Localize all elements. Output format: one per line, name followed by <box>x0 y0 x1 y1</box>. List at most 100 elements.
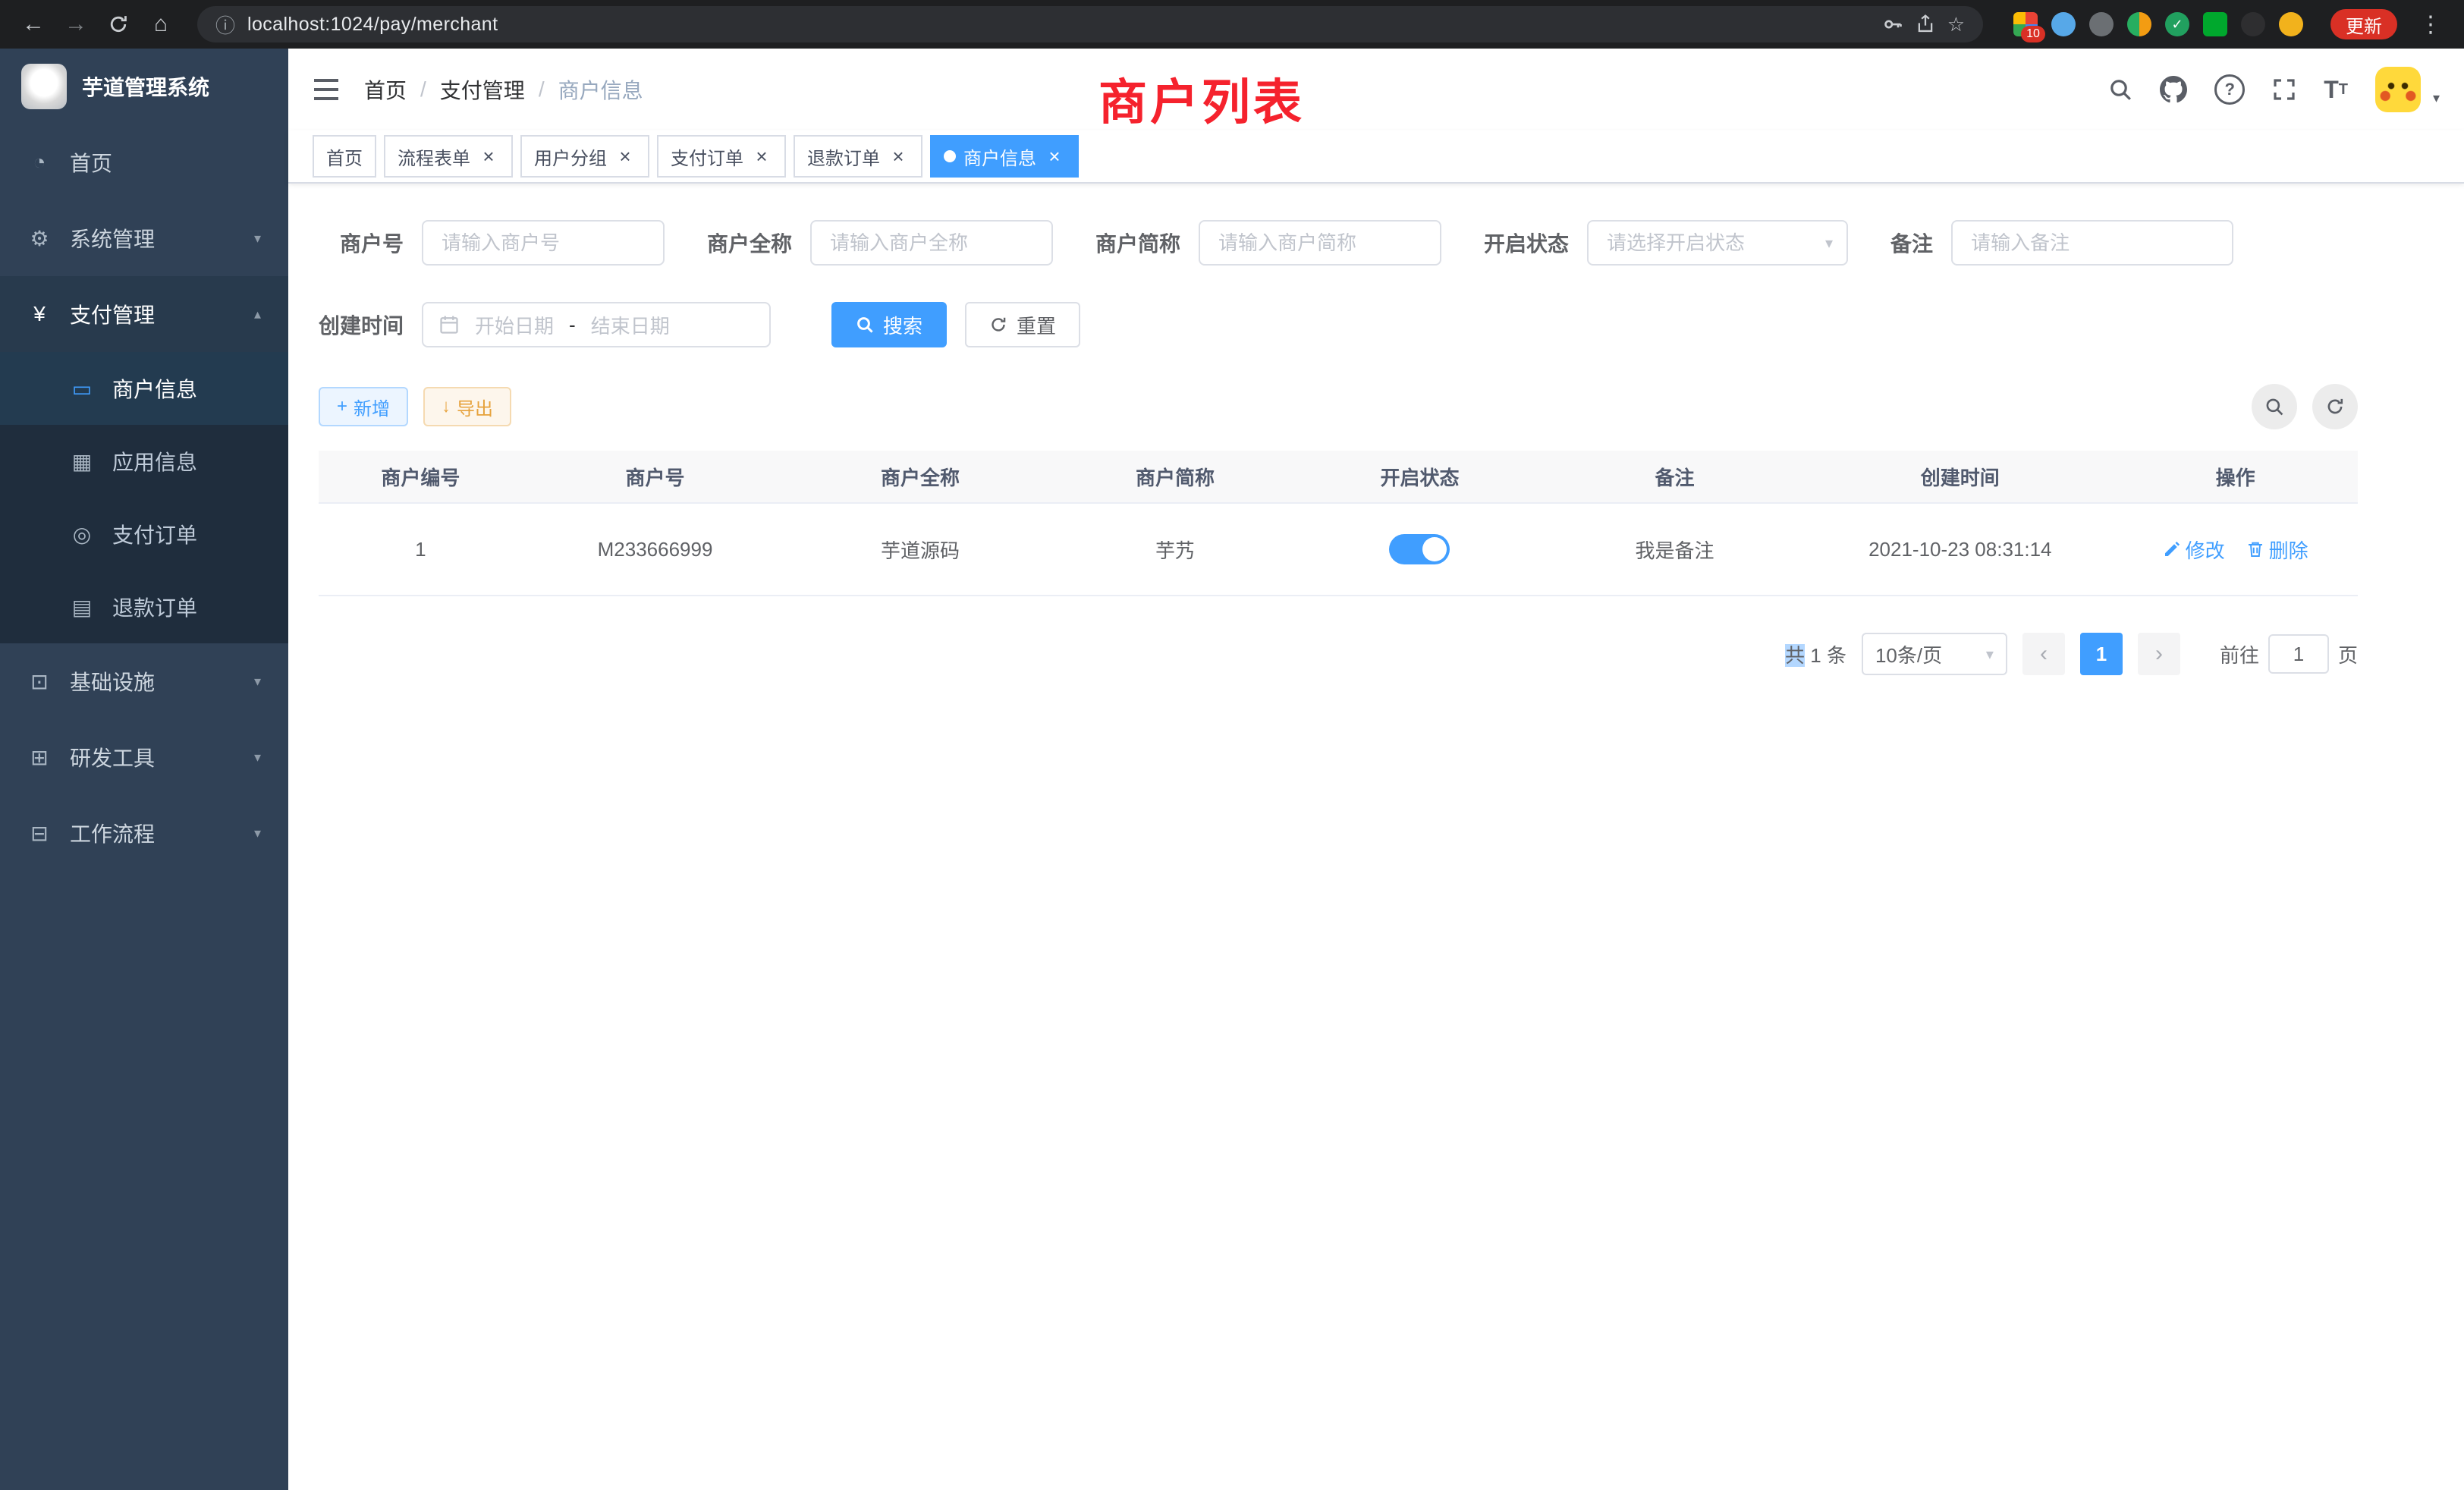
tab-close-icon[interactable]: × <box>614 146 636 167</box>
tab-process-form[interactable]: 流程表单 × <box>384 135 513 178</box>
show-search-toggle-button[interactable] <box>2252 384 2297 429</box>
full-name-input[interactable] <box>810 220 1053 266</box>
address-bar[interactable]: ⓘ localhost:1024/pay/merchant ☆ <box>197 6 1983 42</box>
cell-status <box>1297 534 1542 564</box>
sidebar-item-refund-order[interactable]: ▤ 退款订单 <box>0 571 288 643</box>
logo[interactable]: 芋道管理系统 <box>0 49 288 124</box>
edit-button[interactable]: 修改 <box>2163 536 2225 564</box>
tab-close-icon[interactable]: × <box>478 146 499 167</box>
table-toolbar: + 新增 ↓ 导出 <box>319 384 2358 429</box>
extension-icon[interactable] <box>2203 12 2227 36</box>
field-remark: 备注 <box>1890 220 2233 266</box>
password-key-icon[interactable] <box>1882 14 1903 35</box>
hamburger-icon[interactable] <box>313 78 340 101</box>
remark-input[interactable] <box>1951 220 2233 266</box>
date-end-placeholder: 结束日期 <box>591 311 670 339</box>
tab-user-group[interactable]: 用户分组 × <box>520 135 649 178</box>
breadcrumb-payment[interactable]: 支付管理 <box>440 74 525 105</box>
sidebar-item-merchant-info[interactable]: ▭ 商户信息 <box>0 352 288 425</box>
tab-close-icon[interactable]: × <box>888 146 909 167</box>
breadcrumb-home[interactable]: 首页 <box>364 74 407 105</box>
help-icon[interactable]: ? <box>2214 74 2245 105</box>
extension-icon[interactable] <box>2051 12 2076 36</box>
sidebar-item-pay-order[interactable]: ◎ 支付订单 <box>0 498 288 571</box>
search-icon[interactable] <box>2108 77 2132 102</box>
sidebar-item-devtools[interactable]: ⊞ 研发工具 ▾ <box>0 719 288 795</box>
tab-label: 支付订单 <box>671 143 743 170</box>
field-label: 创建时间 <box>319 310 422 340</box>
column-header: 操作 <box>2113 463 2358 491</box>
site-info-icon[interactable]: ⓘ <box>215 11 235 39</box>
pagination: 共 1 条 10条/页 ▾ ‹ 1 › 前往 页 <box>319 633 2358 675</box>
extension-icon[interactable] <box>2089 12 2114 36</box>
extension-icon[interactable] <box>2127 12 2151 36</box>
tab-pay-order[interactable]: 支付订单 × <box>657 135 786 178</box>
page-size-select[interactable]: 10条/页 ▾ <box>1862 633 2007 675</box>
sidebar-item-system[interactable]: ⚙ 系统管理 ▾ <box>0 200 288 276</box>
add-button[interactable]: + 新增 <box>319 387 408 426</box>
browser-refresh-icon[interactable] <box>100 6 137 42</box>
github-icon[interactable] <box>2160 76 2187 103</box>
user-dropdown-caret-icon[interactable]: ▾ <box>2433 90 2440 106</box>
field-label: 商户简称 <box>1095 228 1199 258</box>
active-tab-dot <box>944 150 956 162</box>
date-separator: - <box>569 313 576 337</box>
url-text: localhost:1024/pay/merchant <box>247 14 1870 36</box>
goto-page-input[interactable] <box>2268 634 2329 674</box>
goto-unit: 页 <box>2338 640 2358 668</box>
sidebar-menu: ◔ 首页 ⚙ 系统管理 ▾ ¥ 支付管理 ▴ ▭ 商户信息 <box>0 124 288 871</box>
sidebar-item-label: 商户信息 <box>112 373 197 404</box>
user-avatar[interactable] <box>2375 67 2421 112</box>
date-start-placeholder: 开始日期 <box>475 311 554 339</box>
dashboard-icon: ◔ <box>27 150 52 174</box>
fullscreen-icon[interactable] <box>2272 77 2296 102</box>
yen-icon: ¥ <box>27 302 52 326</box>
extension-icon[interactable]: 10 <box>2013 12 2038 36</box>
plus-icon: + <box>337 396 347 417</box>
extension-icon[interactable]: ✓ <box>2165 12 2189 36</box>
share-icon[interactable] <box>1916 14 1935 35</box>
refresh-table-button[interactable] <box>2312 384 2358 429</box>
sidebar-item-label: 系统管理 <box>70 223 155 253</box>
monitor-icon: ⊡ <box>27 669 52 694</box>
profile-avatar-icon[interactable] <box>2279 12 2303 36</box>
tab-home[interactable]: 首页 <box>313 135 376 178</box>
sidebar-item-app-info[interactable]: ▦ 应用信息 <box>0 425 288 498</box>
merchant-no-input[interactable] <box>422 220 665 266</box>
sidebar-item-home[interactable]: ◔ 首页 <box>0 124 288 200</box>
tab-close-icon[interactable]: × <box>1044 146 1065 167</box>
tab-refund-order[interactable]: 退款订单 × <box>794 135 922 178</box>
delete-button[interactable]: 删除 <box>2246 536 2308 564</box>
font-size-icon[interactable]: TT <box>2324 77 2348 102</box>
sidebar-item-workflow[interactable]: ⊟ 工作流程 ▾ <box>0 795 288 871</box>
status-toggle[interactable] <box>1389 534 1450 564</box>
date-range-picker[interactable]: 开始日期 - 结束日期 <box>422 302 771 347</box>
status-select[interactable] <box>1587 220 1848 266</box>
page-number-button[interactable]: 1 <box>2080 633 2123 675</box>
workflow-icon: ⊟ <box>27 821 52 846</box>
document-icon: ▤ <box>70 595 94 620</box>
sidebar-item-infra[interactable]: ⊡ 基础设施 ▾ <box>0 643 288 719</box>
browser-update-button[interactable]: 更新 <box>2330 9 2397 39</box>
export-button[interactable]: ↓ 导出 <box>423 387 511 426</box>
search-button[interactable]: 搜索 <box>831 302 947 347</box>
extension-icon[interactable] <box>2241 12 2265 36</box>
bookmark-star-icon[interactable]: ☆ <box>1947 13 1965 36</box>
page-header: 首页 / 支付管理 / 商户信息 商户列表 ? <box>288 49 2464 130</box>
prev-page-button[interactable]: ‹ <box>2022 633 2065 675</box>
sidebar-item-label: 研发工具 <box>70 742 155 772</box>
short-name-input[interactable] <box>1199 220 1441 266</box>
field-create-time: 创建时间 开始日期 - 结束日期 <box>319 302 771 347</box>
tab-close-icon[interactable]: × <box>751 146 772 167</box>
tab-merchant-info[interactable]: 商户信息 × <box>930 135 1079 178</box>
next-page-button[interactable]: › <box>2138 633 2180 675</box>
reset-button[interactable]: 重置 <box>965 302 1080 347</box>
browser-menu-icon[interactable]: ⋮ <box>2412 6 2449 42</box>
browser-forward-icon[interactable]: → <box>58 6 94 42</box>
sidebar-item-payment[interactable]: ¥ 支付管理 ▴ <box>0 276 288 352</box>
sidebar-item-label: 基础设施 <box>70 666 155 696</box>
browser-back-icon[interactable]: ← <box>15 6 52 42</box>
browser-home-icon[interactable]: ⌂ <box>143 6 179 42</box>
tags-view: 首页 流程表单 × 用户分组 × 支付订单 × 退款订单 × <box>288 130 2464 184</box>
tab-label: 退款订单 <box>807 143 880 170</box>
